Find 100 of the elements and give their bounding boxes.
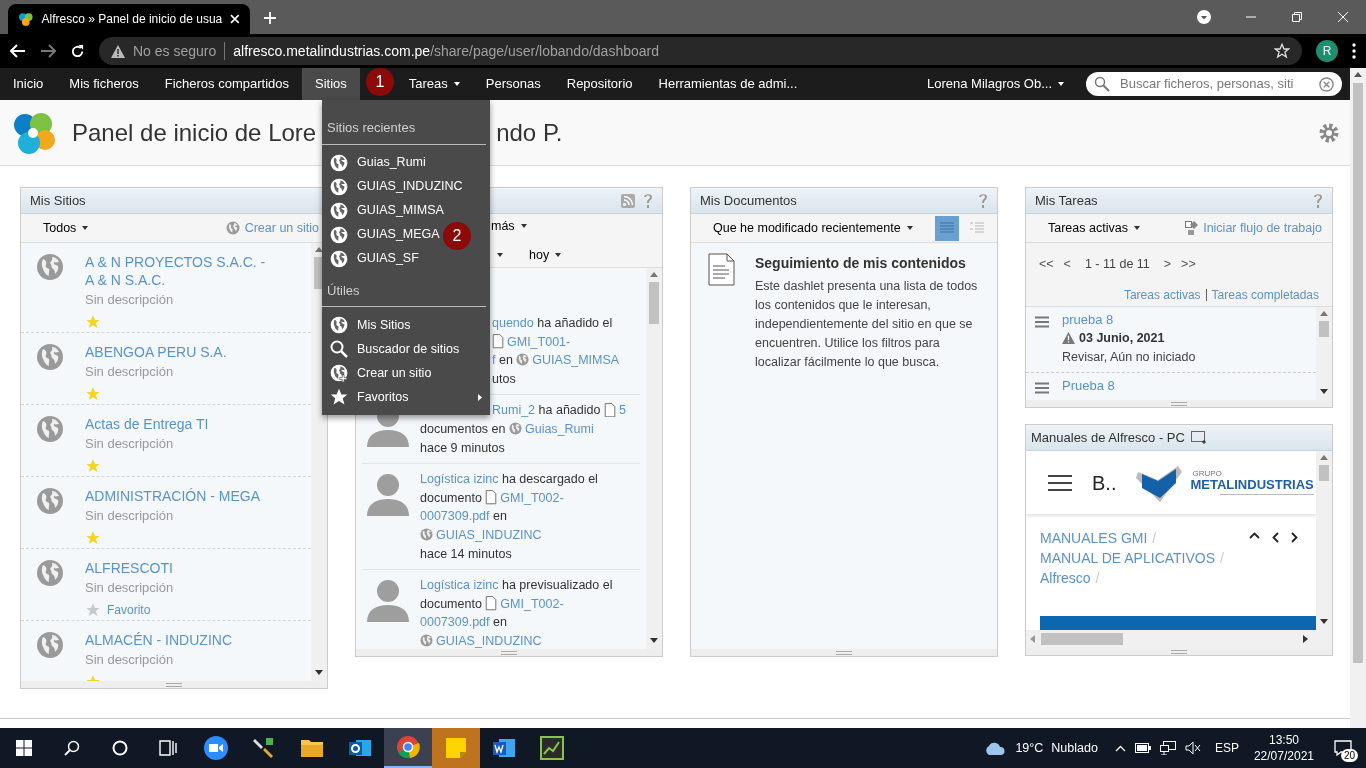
chevron-up-icon[interactable] (1249, 532, 1260, 539)
menu-icon[interactable] (1048, 474, 1072, 491)
language-indicator[interactable]: ESP (1214, 739, 1239, 757)
menu-item[interactable]: Mis Sitios (322, 313, 411, 337)
menu-item[interactable]: GUIAS_SF (322, 246, 419, 271)
favorite-star-icon[interactable] (85, 457, 101, 474)
scroll-up-icon[interactable] (650, 272, 658, 277)
scroll-thumb[interactable] (1319, 321, 1329, 337)
close-icon[interactable] (1338, 12, 1348, 22)
horizontal-scrollbar[interactable] (1026, 630, 1332, 648)
folder-icon (300, 737, 324, 759)
close-icon[interactable] (230, 14, 240, 24)
scrollbar[interactable] (311, 243, 327, 681)
filter-dropdown[interactable]: más (491, 216, 662, 236)
scroll-down-icon[interactable] (1320, 619, 1328, 624)
resize-handle-icon[interactable] (1171, 649, 1187, 654)
cloud-icon[interactable] (984, 741, 1007, 755)
resize-handle-icon[interactable] (166, 682, 182, 687)
menu-item[interactable]: GUIAS_INDUZINC (322, 174, 463, 199)
network-icon[interactable] (1159, 741, 1176, 755)
scroll-down-icon[interactable] (1320, 389, 1328, 394)
nav-item[interactable]: Personas (472, 68, 554, 100)
nav-item[interactable]: Repositorio (553, 68, 646, 100)
menu-item[interactable]: GUIAS_MEGA (322, 222, 440, 247)
menu-item[interactable]: Crear un sitio (322, 361, 432, 385)
chevron-left-icon[interactable] (1272, 532, 1279, 543)
scrollbar[interactable] (1316, 451, 1332, 630)
reload-icon[interactable] (70, 43, 85, 59)
scroll-thumb[interactable] (649, 282, 659, 324)
globe-icon (330, 225, 348, 244)
weather-text[interactable]: Nublado (1051, 738, 1098, 758)
nav-item[interactable]: Inicio (0, 68, 57, 100)
pagination-control[interactable]: > (1163, 255, 1172, 274)
muted-speaker-icon[interactable] (1184, 741, 1201, 755)
nav-item[interactable]: Mis ficheros (56, 68, 152, 100)
favorite-star-icon[interactable] (85, 385, 101, 402)
favorite-star-icon[interactable] (85, 601, 101, 618)
scroll-down-icon[interactable] (315, 670, 323, 675)
clock-date[interactable]: 22/07/2021 (1253, 748, 1314, 764)
scroll-up-icon[interactable] (1354, 72, 1362, 77)
scroll-down-icon[interactable] (650, 638, 658, 643)
download-icon[interactable] (1197, 10, 1211, 24)
nav-item[interactable]: Tareas (395, 68, 473, 100)
clock-time[interactable]: 13:50 (1268, 732, 1299, 748)
restore-icon[interactable] (1292, 12, 1302, 22)
resize-handle-icon[interactable] (836, 650, 852, 655)
caret-icon (520, 224, 527, 229)
scroll-up-icon[interactable] (1320, 311, 1328, 316)
settings-icon[interactable] (1319, 122, 1339, 143)
scrollbar[interactable] (646, 268, 662, 649)
caret-icon (497, 252, 503, 257)
dashlet-title: Mis Tareas (1035, 191, 1098, 210)
search-icon[interactable] (64, 740, 80, 756)
nav-item[interactable]: Herramientas de admi... (645, 68, 811, 100)
scroll-thumb[interactable] (1041, 633, 1123, 645)
caret-icon (82, 226, 89, 231)
bookmark-star-icon[interactable] (1274, 43, 1290, 59)
scroll-up-icon[interactable] (315, 247, 323, 252)
filter-dropdown[interactable]: Tareas activas (1048, 218, 1140, 238)
menu-item[interactable]: GUIAS_MIMSA (322, 198, 444, 223)
profile-avatar[interactable]: R (1316, 40, 1338, 62)
pagination-control[interactable]: >> (1181, 255, 1196, 274)
nav-item[interactable]: Ficheros compartidos (151, 68, 302, 100)
resize-handle-icon[interactable] (1171, 401, 1187, 406)
favorite-star-icon[interactable] (85, 529, 101, 546)
forward-icon[interactable] (40, 44, 56, 58)
menu-icon[interactable] (1352, 43, 1356, 59)
url-text: alfresco.metalindustrias.com.pe/share/page/user/lobando/dashboard (233, 41, 659, 61)
window-icon[interactable] (1190, 431, 1207, 445)
back-icon[interactable] (10, 44, 26, 58)
menu-item[interactable]: Buscador de sitios (322, 337, 460, 361)
user-menu[interactable]: Lorena Milagros Ob... (927, 74, 1064, 94)
address-bar[interactable]: No es seguro alfresco.metalindustrias.com.pe/share/page/user/lobando/dashboard (99, 37, 1302, 65)
favorite-star-icon[interactable] (85, 313, 101, 330)
scroll-right-icon[interactable] (1303, 635, 1308, 643)
new-tab-icon[interactable] (264, 12, 276, 24)
nav-item[interactable]: Sitios (302, 68, 360, 100)
date-filter-dropdown[interactable]: hoy (529, 245, 562, 265)
scroll-thumb[interactable] (1319, 465, 1329, 481)
resize-handle-icon[interactable] (501, 650, 517, 655)
pagination-control[interactable]: << (1039, 255, 1054, 274)
search-field[interactable]: Buscar ficheros, personas, siti (1086, 72, 1342, 96)
pagination-control[interactable]: < (1063, 255, 1071, 274)
circle-icon[interactable] (112, 740, 128, 756)
filter-dropdown[interactable]: Todos (43, 218, 89, 238)
pagination-control[interactable]: 1 - 11 de 11 (1084, 255, 1150, 274)
view-toggle-button[interactable] (935, 215, 959, 241)
browser-tab[interactable]: Alfresco » Panel de inicio de usua (8, 4, 250, 34)
task-view-icon[interactable] (159, 740, 177, 756)
chevron-right-icon[interactable] (1291, 532, 1298, 543)
activity-text: Logística izinc ha descargado el documento GMI_T002- 0007309.pdf en GUIAS_INDUZINC hace 14 minutos (419, 471, 598, 563)
scrollbar[interactable] (1316, 307, 1332, 400)
windows-start-icon[interactable] (16, 740, 32, 756)
weather-temperature[interactable]: 19°C (1015, 738, 1044, 758)
menu-item[interactable]: Guias_Rumi (322, 150, 426, 175)
scroll-thumb[interactable] (1353, 83, 1363, 663)
battery-icon[interactable] (1134, 743, 1151, 753)
clear-icon[interactable] (1319, 76, 1334, 92)
scroll-up-icon[interactable] (1320, 455, 1328, 460)
page-scrollbar[interactable] (1350, 68, 1366, 728)
